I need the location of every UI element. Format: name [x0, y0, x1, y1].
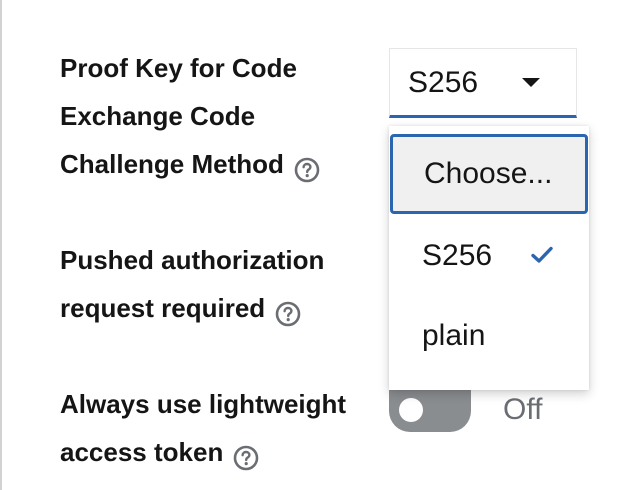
left-divider [0, 0, 2, 490]
help-icon[interactable] [275, 294, 301, 327]
lightweight-token-label: Always use lightweight access token [60, 380, 370, 476]
check-icon [531, 246, 553, 263]
menu-option-s256[interactable]: S256 [389, 216, 589, 296]
caret-down-icon [522, 78, 540, 87]
pkce-label-line-2: Exchange Code [60, 101, 256, 131]
lightweight-label-line-2: access token [60, 428, 370, 476]
pkce-label-line-3: Challenge Method [60, 140, 370, 188]
toggle-state-label: Off [503, 393, 543, 426]
pkce-method-select[interactable]: S256 [389, 48, 577, 118]
menu-option-choose[interactable]: Choose... [390, 134, 588, 214]
menu-option-label: Choose... [424, 157, 553, 190]
pkce-method-label: Proof Key for Code Exchange Code Challen… [60, 44, 370, 188]
select-value: S256 [408, 66, 479, 99]
lightweight-label-line-2-text: access token [60, 437, 224, 467]
par-label-line-1: Pushed authorization [60, 245, 325, 275]
pkce-label-line-1: Proof Key for Code [60, 53, 297, 83]
par-label-line-2-text: request required [60, 293, 266, 323]
help-icon[interactable] [233, 438, 259, 471]
pkce-method-menu: Choose... S256 plain [389, 126, 589, 390]
par-label-line-2: request required [60, 284, 370, 332]
help-icon[interactable] [294, 150, 320, 183]
menu-option-plain[interactable]: plain [389, 296, 589, 376]
menu-option-label: S256 [422, 239, 493, 272]
par-required-label: Pushed authorization request required [60, 236, 370, 332]
toggle-knob [399, 398, 423, 422]
menu-option-label: plain [422, 319, 486, 352]
lightweight-token-toggle[interactable] [389, 390, 471, 432]
lightweight-label-line-1: Always use lightweight [60, 389, 347, 419]
pkce-label-line-3-text: Challenge Method [60, 149, 284, 179]
